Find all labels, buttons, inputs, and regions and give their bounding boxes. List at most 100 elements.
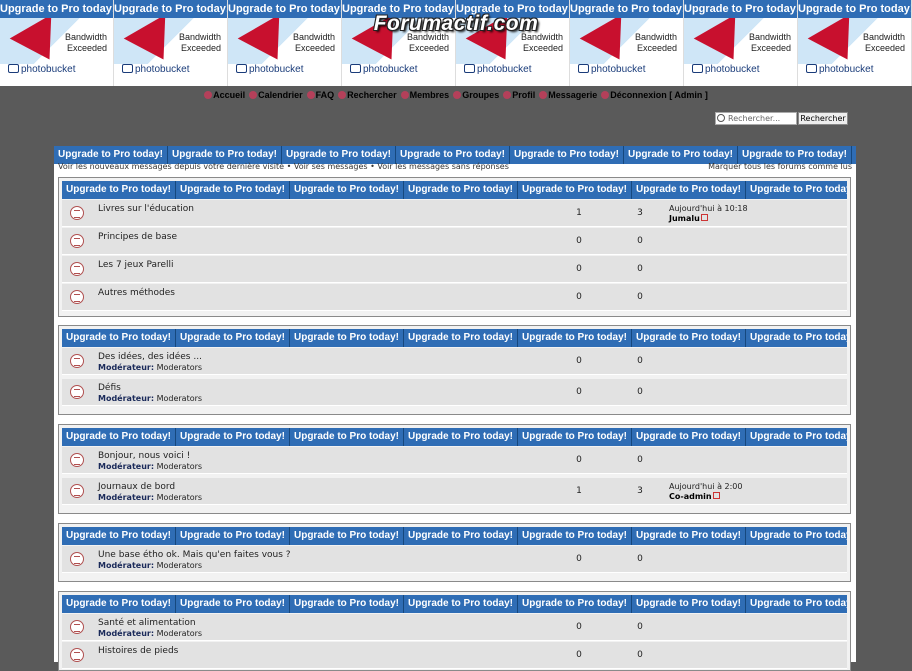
view-last-post-icon[interactable] [712,492,720,499]
upgrade-label[interactable]: Upgrade to Pro today! [62,329,176,347]
post-count: 0 [637,236,643,246]
forum-name-link[interactable]: Livres sur l'éducation [98,204,194,214]
upgrade-label[interactable]: Upgrade to Pro today! [746,527,847,545]
upgrade-label[interactable]: Upgrade to Pro today! [290,527,404,545]
upgrade-label[interactable]: Upgrade to Pro today! [404,527,518,545]
nav-item-6[interactable]: Profil [503,90,535,100]
upgrade-label[interactable]: Upgrade to Pro today! [746,329,847,347]
category-header[interactable]: Upgrade to Pro today! Upgrade to Pro toda… [62,595,847,613]
forum-name-link[interactable]: Des idées, des idées ... [98,352,202,362]
upgrade-label[interactable]: Upgrade to Pro today! [518,595,632,613]
upgrade-label[interactable]: Upgrade to Pro today! [632,428,746,446]
upgrade-label[interactable]: Upgrade to Pro today! [176,527,290,545]
moderator-link[interactable]: Moderators [157,561,202,570]
nav-item-4[interactable]: Membres [400,90,449,100]
upgrade-label[interactable]: Upgrade to Pro today! [62,527,176,545]
camera-icon [464,64,475,73]
category-header[interactable]: Upgrade to Pro today! Upgrade to Pro toda… [62,527,847,545]
view-new-messages-links[interactable]: Voir les nouveaux messages depuis votre … [58,162,509,171]
forum-row[interactable]: Journaux de bord Modérateur: Moderators 1 3… [62,478,847,505]
topic-count: 0 [576,387,582,397]
nav-item-7[interactable]: Messagerie [539,90,597,100]
upgrade-label[interactable]: Upgrade to Pro today! [290,181,404,199]
forum-row[interactable]: Les 7 jeux Parelli 0 0 [62,256,847,283]
nav-item-2[interactable]: FAQ [306,90,334,100]
upgrade-label[interactable]: Upgrade to Pro today! [746,181,847,199]
forum-row[interactable]: Bonjour, nous voici ! Modérateur: Moderat… [62,447,847,474]
forum-read-icon [70,234,84,248]
search-input[interactable]: Rechercher... [715,112,797,125]
nav-item-5[interactable]: Groupes [453,90,499,100]
forum-row[interactable]: Des idées, des idées ... Modérateur: Mode… [62,348,847,375]
forum-name-link[interactable]: Santé et alimentation [98,618,196,628]
topic-count: 0 [576,554,582,564]
upgrade-label[interactable]: Upgrade to Pro today! [518,181,632,199]
nav-item-8[interactable]: Déconnexion [ Admin ] [601,90,708,100]
moderator-link[interactable]: Moderators [157,493,202,502]
forum-row[interactable]: Principes de base 0 0 [62,228,847,255]
upgrade-label[interactable]: Upgrade to Pro today! [290,428,404,446]
last-post-user-link[interactable]: Jumalu [669,214,700,223]
forum-name-link[interactable]: Principes de base [98,232,177,242]
moderator-line: Modérateur: Moderators [98,493,203,502]
upgrade-label[interactable]: Upgrade to Pro today! [518,428,632,446]
forum-name-link[interactable]: Journaux de bord [98,482,175,492]
moderator-link[interactable]: Moderators [157,462,202,471]
nav-item-3[interactable]: Rechercher [338,90,397,100]
upgrade-label[interactable]: Upgrade to Pro today! [632,595,746,613]
forum-row[interactable]: Autres méthodes 0 0 [62,284,847,311]
upgrade-label[interactable]: Upgrade to Pro today! [404,428,518,446]
nav-icon [400,91,409,99]
upgrade-label[interactable]: Upgrade to Pro today! [746,595,847,613]
forum-row[interactable]: Santé et alimentation Modérateur: Moderat… [62,614,847,641]
view-last-post-icon[interactable] [700,214,708,221]
last-post-user-link[interactable]: Co-admin [669,492,712,501]
upgrade-label[interactable]: Upgrade to Pro today! [518,329,632,347]
upgrade-label[interactable]: Upgrade to Pro today! [404,329,518,347]
moderator-link[interactable]: Moderators [157,629,202,638]
category-header[interactable]: Upgrade to Pro today! Upgrade to Pro toda… [62,329,847,347]
mark-all-read-link[interactable]: Marquer tous les forums comme lus [708,162,852,171]
category-header[interactable]: Upgrade to Pro today! Upgrade to Pro toda… [62,428,847,446]
category-header[interactable]: Upgrade to Pro today! Upgrade to Pro toda… [62,181,847,199]
upgrade-label[interactable]: Upgrade to Pro today! [290,329,404,347]
upgrade-label[interactable]: Upgrade to Pro today! [176,181,290,199]
forum-name-link[interactable]: Histoires de pieds [98,646,178,656]
forum-name-link[interactable]: Une base étho ok. Mais qu'en faites vous… [98,550,291,560]
forum-name-link[interactable]: Les 7 jeux Parelli [98,260,174,270]
upgrade-label[interactable]: Upgrade to Pro today! [176,428,290,446]
upgrade-label[interactable]: Upgrade to Pro today! [632,329,746,347]
upgrade-label[interactable]: Upgrade to Pro today! [518,527,632,545]
forum-name-link[interactable]: Bonjour, nous voici ! [98,451,190,461]
forum-row[interactable]: Une base étho ok. Mais qu'en faites vous… [62,546,847,573]
topic-count: 0 [576,455,582,465]
upgrade-label[interactable]: Upgrade to Pro today! [62,428,176,446]
moderator-link[interactable]: Moderators [157,394,202,403]
upgrade-label[interactable]: Upgrade to Pro today! [176,595,290,613]
search-button[interactable]: Rechercher [798,112,848,125]
moderator-line: Modérateur: Moderators [98,561,203,570]
moderator-link[interactable]: Moderators [157,363,202,372]
upgrade-label[interactable]: Upgrade to Pro today! [404,181,518,199]
upgrade-label[interactable]: Upgrade to Pro today! [632,527,746,545]
forum-name-link[interactable]: Défis [98,383,121,393]
photobucket-logo: photobucket [578,64,646,75]
upgrade-label[interactable]: Upgrade to Pro today! [632,181,746,199]
upgrade-label[interactable]: Upgrade to Pro today! [404,595,518,613]
nav-item-0[interactable]: Accueil [204,90,245,100]
forum-row[interactable]: Livres sur l'éducation 1 3 Aujourd'hui à 10… [62,200,847,227]
site-logo[interactable]: Forumactif.com [0,12,912,36]
upgrade-label[interactable]: Upgrade to Pro today! [746,428,847,446]
upgrade-label[interactable]: Upgrade to Pro today! [290,595,404,613]
upgrade-label[interactable]: Upgrade to Pro today! [852,146,857,164]
upgrade-label[interactable]: Upgrade to Pro today! [176,329,290,347]
nav-item-1[interactable]: Calendrier [249,90,303,100]
upgrade-label[interactable]: Upgrade to Pro today! [62,595,176,613]
forum-row[interactable]: Défis Modérateur: Moderators 0 0 [62,379,847,406]
camera-icon [8,64,19,73]
forum-row[interactable]: Histoires de pieds 0 0 [62,642,847,669]
forum-name-link[interactable]: Autres méthodes [98,288,175,298]
upgrade-label[interactable]: Upgrade to Pro today! [62,181,176,199]
upgrade-label[interactable]: Upgrade to Pro today! [510,146,624,164]
post-count: 0 [637,622,643,632]
